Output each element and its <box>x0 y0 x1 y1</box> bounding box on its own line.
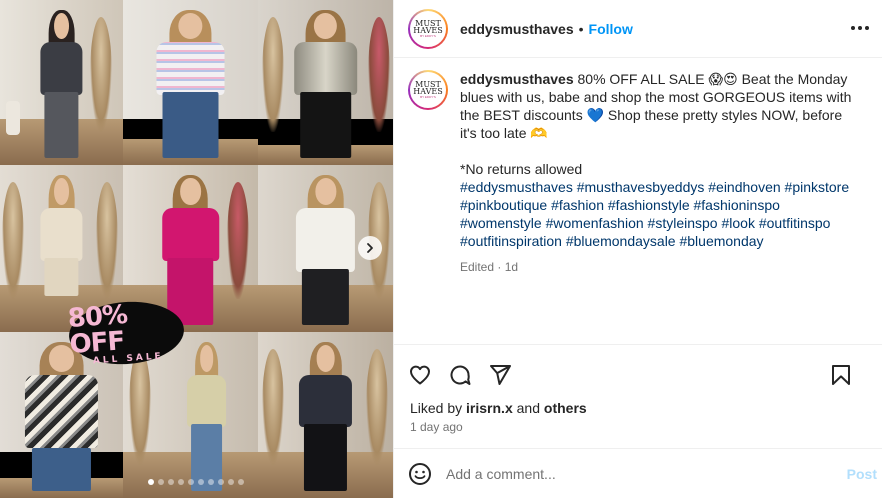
comment-input[interactable] <box>446 465 826 482</box>
carousel-dot <box>148 479 154 485</box>
caption-hashtags[interactable]: #eddysmusthaves #musthavesbyeddys #eindh… <box>460 178 862 250</box>
share-icon <box>490 364 511 385</box>
collage-photo <box>123 0 258 165</box>
carousel-dot <box>218 479 224 485</box>
emoji-button[interactable] <box>408 462 432 486</box>
more-options-button[interactable] <box>848 16 872 40</box>
post-comment-button[interactable]: Post <box>847 466 877 482</box>
carousel-dot <box>188 479 194 485</box>
avatar-logo-sub: BY EDDY'S <box>420 95 436 99</box>
outfit-collage <box>0 0 393 498</box>
avatar-logo-sub: BY EDDY'S <box>420 33 436 38</box>
likes-summary: Liked by irisrn.x and others <box>410 400 587 416</box>
caption-note: *No returns allowed <box>460 161 583 177</box>
carousel-dot <box>238 479 244 485</box>
liked-by-others[interactable]: others <box>544 400 587 416</box>
carousel-dot <box>228 479 234 485</box>
comment-button[interactable] <box>448 363 472 387</box>
share-button[interactable] <box>488 363 512 387</box>
post-media-carousel[interactable]: 80% OFF ALL SALE <box>0 0 393 498</box>
avatar-logo: MUST HAVES <box>413 80 443 96</box>
heart-icon <box>410 365 430 384</box>
post-caption: MUST HAVES BY EDDY'S eddysmusthaves 80% … <box>408 70 868 276</box>
carousel-dot <box>178 479 184 485</box>
emoji-icon <box>409 462 431 485</box>
liked-by-and: and <box>512 400 544 416</box>
carousel-dot <box>208 479 214 485</box>
post-timestamp[interactable]: 1 day ago <box>410 420 463 434</box>
bookmark-icon <box>832 364 850 385</box>
carousel-dot <box>158 479 164 485</box>
comment-bar: Post <box>394 448 882 498</box>
caption-avatar[interactable]: MUST HAVES BY EDDY'S <box>408 70 448 110</box>
carousel-dot <box>198 479 204 485</box>
edited-timestamp: Edited · 1d <box>460 260 519 274</box>
caption-body: eddysmusthaves 80% OFF ALL SALE 😱😍 Beat … <box>460 70 862 276</box>
avatar[interactable]: MUST HAVES BY EDDY'S <box>408 8 448 49</box>
chevron-right-icon <box>367 243 373 253</box>
collage-photo <box>258 332 393 498</box>
collage-photo <box>0 0 123 165</box>
username-link[interactable]: eddysmusthaves <box>460 21 574 37</box>
avatar-logo: MUST HAVES <box>413 18 443 35</box>
post-header: MUST HAVES BY EDDY'S eddysmusthaves • Fo… <box>394 0 882 58</box>
carousel-dot <box>168 479 174 485</box>
separator-dot: • <box>578 20 584 37</box>
liked-by-prefix: Liked by <box>410 400 467 416</box>
post-side-panel: MUST HAVES BY EDDY'S eddysmusthaves • Fo… <box>393 0 882 498</box>
collage-photo <box>258 0 393 165</box>
more-icon <box>851 26 869 30</box>
follow-button[interactable]: Follow <box>589 21 633 37</box>
save-button[interactable] <box>829 363 853 387</box>
sale-badge-title: 80% OFF <box>66 299 129 360</box>
like-button[interactable] <box>408 363 432 387</box>
action-bar <box>394 344 882 404</box>
carousel-next-button[interactable] <box>358 236 382 260</box>
carousel-indicator <box>148 479 244 485</box>
comment-icon <box>450 365 471 385</box>
instagram-post: 80% OFF ALL SALE MUST HAVES BY EDDY'S ed… <box>0 0 882 498</box>
caption-username[interactable]: eddysmusthaves <box>460 71 574 87</box>
liked-by-user[interactable]: irisrn.x <box>466 400 513 416</box>
